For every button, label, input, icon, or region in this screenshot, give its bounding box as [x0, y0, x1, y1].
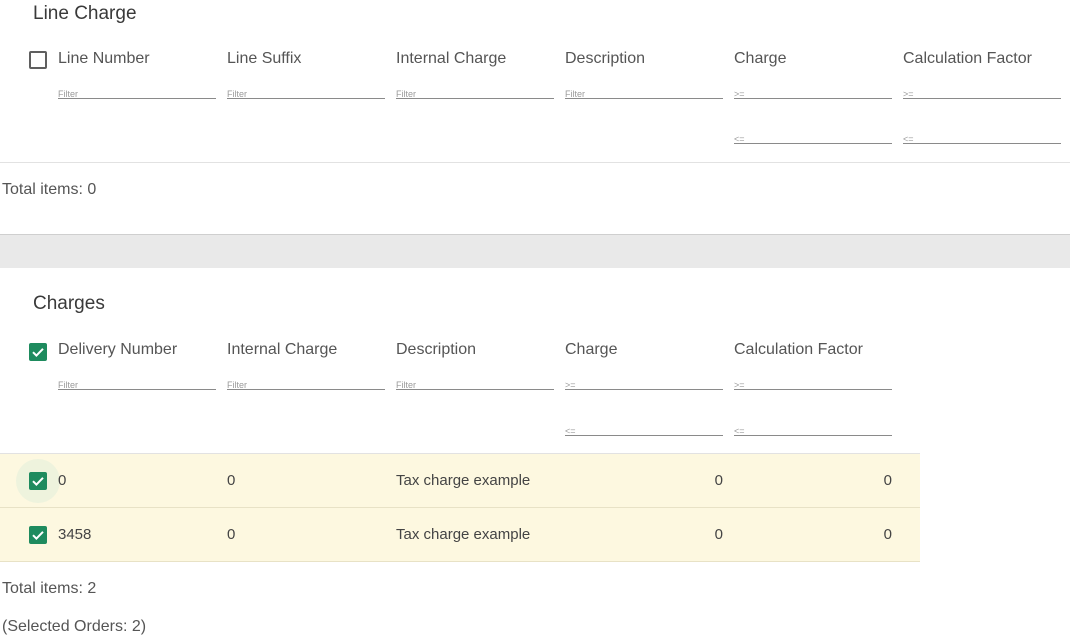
- charges-filter-internal-charge[interactable]: [227, 375, 385, 392]
- charges-filter-calculation-factor-min[interactable]: [734, 375, 892, 392]
- cell-description: Tax charge example: [396, 526, 531, 543]
- filter-input[interactable]: [903, 132, 1061, 146]
- filter-input[interactable]: [565, 87, 723, 101]
- section-separator: [0, 234, 1070, 268]
- line-charge-filter-charge-min[interactable]: [734, 84, 892, 101]
- charges-select-all-checkbox[interactable]: [29, 343, 47, 361]
- filter-input[interactable]: [565, 378, 723, 392]
- line-charge-col-line-suffix[interactable]: Line Suffix: [227, 50, 301, 68]
- row-checkbox[interactable]: [29, 472, 47, 490]
- filter-input[interactable]: [227, 87, 385, 101]
- cell-calculation-factor: 0: [883, 526, 892, 543]
- line-charge-col-charge[interactable]: Charge: [734, 50, 786, 68]
- filter-input[interactable]: [734, 87, 892, 101]
- line-charge-filter-description[interactable]: [565, 84, 723, 101]
- line-charge-col-internal-charge[interactable]: Internal Charge: [396, 50, 506, 68]
- filter-input[interactable]: [58, 87, 216, 101]
- line-charge-filter-line-suffix[interactable]: [227, 84, 385, 101]
- line-charge-total-items: Total items: 0: [2, 181, 97, 198]
- line-charge-header-divider: [0, 162, 1070, 163]
- filter-input[interactable]: [734, 378, 892, 392]
- check-icon: [32, 531, 44, 541]
- filter-input[interactable]: [227, 378, 385, 392]
- table-row[interactable]: 3458 0 Tax charge example 0 0: [0, 508, 920, 562]
- charges-col-calculation-factor[interactable]: Calculation Factor: [734, 341, 863, 359]
- cell-internal-charge: 0: [227, 526, 236, 543]
- filter-input[interactable]: [734, 132, 892, 146]
- check-icon: [32, 348, 44, 358]
- charges-col-charge[interactable]: Charge: [565, 341, 617, 359]
- filter-input[interactable]: [734, 424, 892, 438]
- line-charge-col-calculation-factor[interactable]: Calculation Factor: [903, 50, 1032, 68]
- cell-charge: 0: [714, 526, 723, 543]
- line-charge-filter-calculation-factor-min[interactable]: [903, 84, 1061, 101]
- row-checkbox[interactable]: [29, 526, 47, 544]
- cell-delivery-number: 3458: [58, 526, 92, 543]
- cell-internal-charge: 0: [227, 472, 236, 489]
- line-charge-col-description[interactable]: Description: [565, 50, 645, 68]
- line-charge-filter-charge-max[interactable]: [734, 129, 892, 146]
- charges-title: Charges: [33, 293, 105, 314]
- cell-calculation-factor: 0: [883, 472, 892, 489]
- filter-input[interactable]: [565, 424, 723, 438]
- charges-filter-charge-max[interactable]: [565, 421, 723, 438]
- filter-input[interactable]: [903, 87, 1061, 101]
- cell-charge: 0: [714, 472, 723, 489]
- cell-delivery-number: 0: [58, 472, 67, 489]
- filter-input[interactable]: [396, 87, 554, 101]
- charges-total-items: Total items: 2: [2, 580, 97, 597]
- charges-selected-orders: (Selected Orders: 2): [2, 618, 147, 635]
- line-charge-col-line-number[interactable]: Line Number: [58, 50, 150, 68]
- charges-filter-description[interactable]: [396, 375, 554, 392]
- line-charge-filter-calculation-factor-max[interactable]: [903, 129, 1061, 146]
- charges-filter-charge-min[interactable]: [565, 375, 723, 392]
- cell-description: Tax charge example: [396, 472, 531, 489]
- line-charge-title: Line Charge: [33, 3, 137, 24]
- line-charge-filter-internal-charge[interactable]: [396, 84, 554, 101]
- charges-filter-calculation-factor-max[interactable]: [734, 421, 892, 438]
- table-row[interactable]: 0 0 Tax charge example 0 0: [0, 454, 920, 508]
- line-charge-filter-line-number[interactable]: [58, 84, 216, 101]
- charges-col-delivery-number[interactable]: Delivery Number: [58, 341, 177, 359]
- filter-input[interactable]: [396, 378, 554, 392]
- charges-col-internal-charge[interactable]: Internal Charge: [227, 341, 337, 359]
- line-charge-select-all-checkbox[interactable]: [29, 51, 47, 69]
- filter-input[interactable]: [58, 378, 216, 392]
- charges-filter-delivery-number[interactable]: [58, 375, 216, 392]
- charges-col-description[interactable]: Description: [396, 341, 476, 359]
- check-icon: [32, 477, 44, 487]
